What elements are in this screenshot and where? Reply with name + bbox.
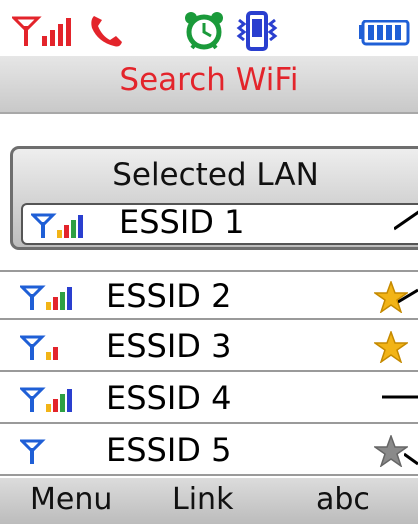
wifi-signal-4-icon <box>31 213 83 238</box>
battery-icon <box>359 20 410 46</box>
pointer-line <box>398 288 418 304</box>
softkey-bar: Menu Link abc <box>0 478 418 524</box>
network-name: ESSID 2 <box>106 277 232 315</box>
menu-softkey[interactable]: Menu <box>30 482 112 517</box>
network-name: ESSID 5 <box>106 431 232 469</box>
pointer-line <box>394 210 418 231</box>
page-title: Search WiFi <box>119 62 299 98</box>
status-bar <box>0 0 418 56</box>
wifi-signal-4-icon <box>20 387 72 412</box>
wifi-signal-0-icon <box>20 439 46 464</box>
abc-softkey[interactable]: abc <box>316 482 370 517</box>
wifi-signal-4-icon <box>20 285 72 310</box>
network-name: ESSID 4 <box>106 379 232 417</box>
selected-network-row[interactable]: ESSID 1 <box>21 203 418 245</box>
call-icon <box>91 16 122 47</box>
link-softkey[interactable]: Link <box>172 482 233 517</box>
title-bar: Search WiFi <box>0 56 418 114</box>
panel-title: Selected LAN <box>112 157 319 193</box>
wifi-signal-2-icon <box>20 335 58 360</box>
selected-lan-panel: Selected LAN ESSID 1 <box>10 146 418 250</box>
network-row[interactable]: ESSID 4 <box>0 374 418 424</box>
network-name: ESSID 1 <box>119 203 245 241</box>
favorite-star-icon <box>374 331 408 363</box>
network-row[interactable]: ESSID 3 <box>0 322 418 372</box>
alarm-clock-icon <box>185 12 223 50</box>
signal-icon <box>12 16 71 46</box>
favorite-star-gray-icon <box>374 435 408 467</box>
pointer-line <box>382 395 418 399</box>
network-row[interactable]: ESSID 2 <box>0 270 418 320</box>
vibrate-icon <box>236 11 278 51</box>
network-name: ESSID 3 <box>106 327 232 365</box>
pointer-line <box>404 452 418 466</box>
network-row[interactable]: ESSID 5 <box>0 426 418 476</box>
